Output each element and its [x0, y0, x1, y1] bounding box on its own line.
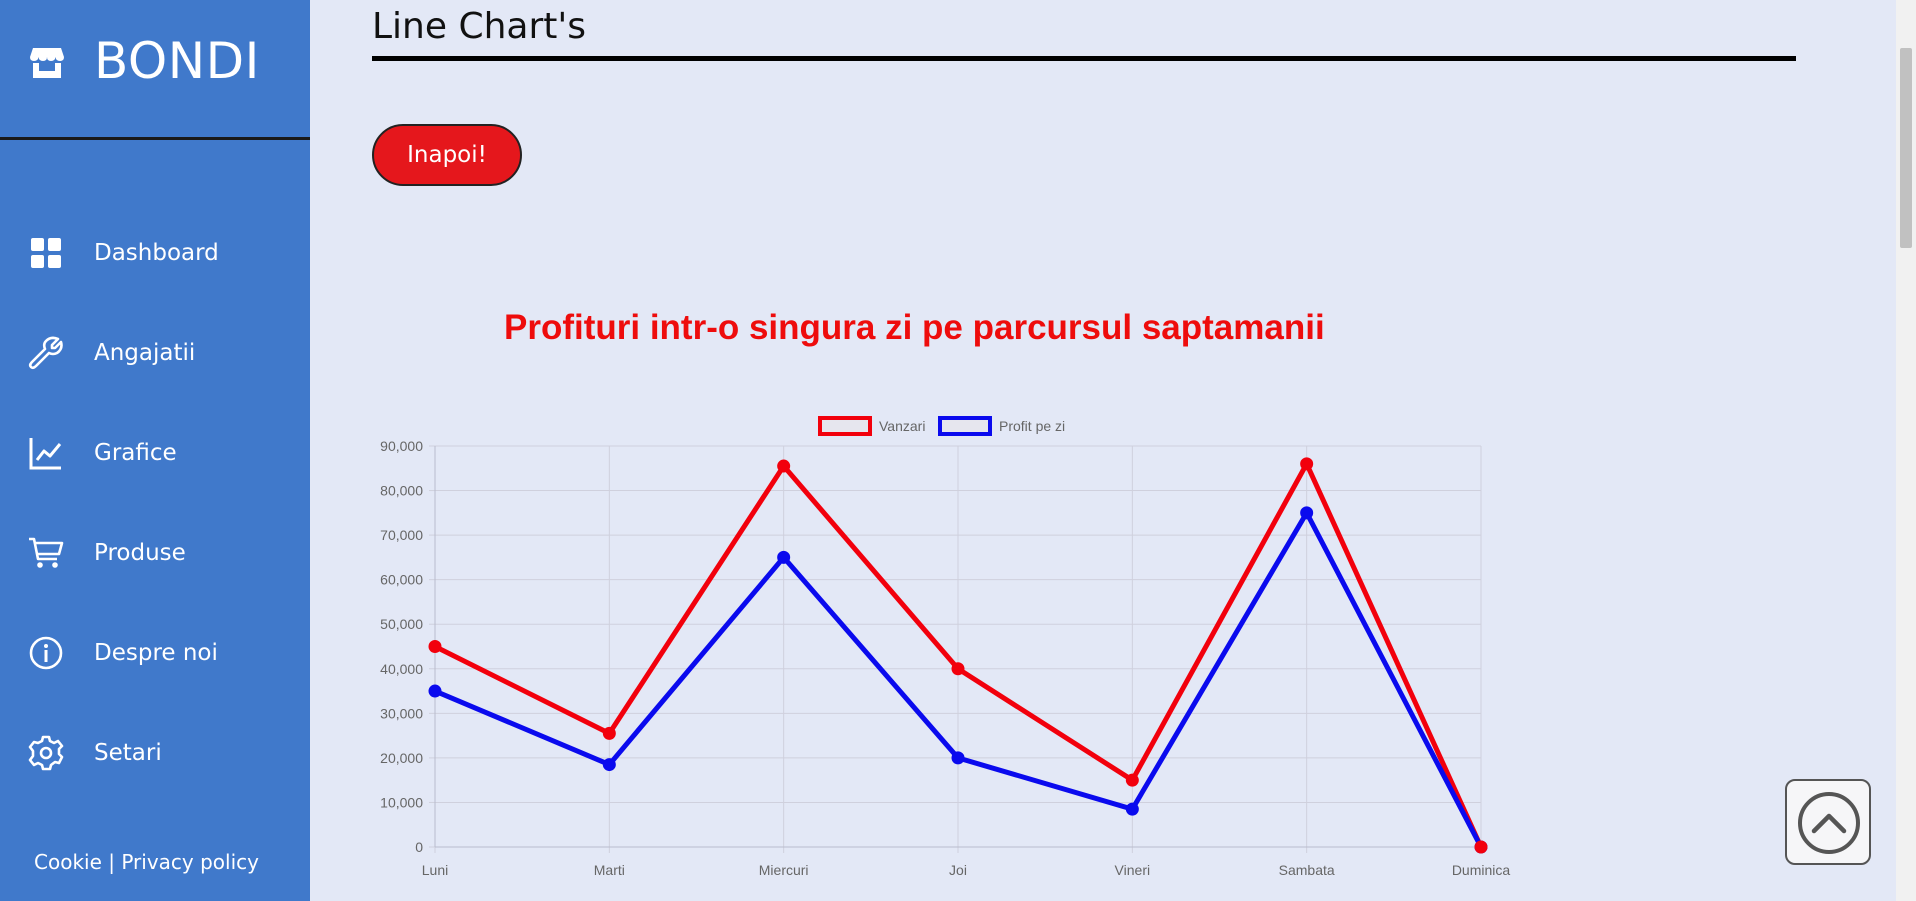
y-tick-label: 30,000 [380, 705, 423, 721]
page-scrollbar[interactable] [1896, 0, 1916, 901]
data-point-0 [1474, 840, 1488, 854]
legend-swatch-0 [818, 416, 872, 436]
scrollbar-thumb[interactable] [1900, 48, 1912, 248]
data-point-0 [1125, 773, 1139, 787]
y-tick-label: 20,000 [380, 750, 423, 766]
sidebar-item-label: Setari [94, 740, 162, 766]
footer-separator: | [101, 850, 122, 874]
x-tick-label: Luni [422, 862, 448, 878]
scroll-to-top-button[interactable] [1785, 779, 1871, 865]
data-point-1 [428, 684, 442, 698]
y-tick-label: 60,000 [380, 572, 423, 588]
sidebar-item-label: Produse [94, 540, 186, 566]
gear-icon [28, 735, 64, 771]
line-chart-icon [29, 438, 62, 470]
y-tick-label: 80,000 [380, 483, 423, 499]
wrench-icon [28, 336, 63, 370]
data-point-1 [1300, 506, 1314, 520]
x-tick-label: Duminica [1452, 862, 1511, 878]
data-point-1 [602, 758, 616, 772]
x-tick-label: Sambata [1279, 862, 1335, 878]
privacy-policy-link[interactable]: Privacy policy [121, 850, 259, 874]
x-tick-label: Marti [594, 862, 625, 878]
data-point-1 [777, 550, 791, 564]
sidebar: BONDI Dashboard Angajatii Grafice Produs… [0, 0, 310, 901]
legend-label-1: Profit pe zi [999, 418, 1065, 434]
y-tick-label: 50,000 [380, 616, 423, 632]
sidebar-item-dashboard[interactable]: Dashboard [0, 200, 310, 300]
sidebar-item-despre-noi[interactable]: Despre noi [0, 600, 310, 700]
sidebar-item-label: Despre noi [94, 640, 218, 666]
y-tick-label: 70,000 [380, 527, 423, 543]
data-point-0 [951, 662, 965, 676]
grid-icon [31, 238, 61, 268]
sidebar-footer: Cookie | Privacy policy [34, 850, 259, 874]
sidebar-item-angajatii[interactable]: Angajatii [0, 300, 310, 400]
cookie-link[interactable]: Cookie [34, 850, 102, 874]
data-point-1 [1125, 802, 1139, 816]
data-point-0 [1300, 457, 1314, 471]
brand-title[interactable]: BONDI [94, 32, 260, 90]
x-tick-label: Miercuri [759, 862, 809, 878]
data-point-0 [428, 640, 442, 653]
sidebar-item-label: Dashboard [94, 240, 219, 266]
sidebar-item-grafice[interactable]: Grafice [0, 400, 310, 500]
cart-icon [29, 537, 64, 568]
y-tick-label: 40,000 [380, 661, 423, 677]
line-chart: 0 10,000 20,000 30,000 40,000 50,000 60,000 70,… [380, 416, 1511, 878]
sidebar-item-label: Grafice [94, 440, 177, 466]
y-tick-label: 90,000 [380, 438, 423, 454]
info-icon [29, 636, 63, 670]
x-tick-label: Joi [949, 862, 967, 878]
sidebar-item-produse[interactable]: Produse [0, 500, 310, 600]
y-tick-label: 0 [415, 839, 423, 855]
legend-label-0: Vanzari [879, 418, 925, 434]
legend-swatch-1 [938, 416, 992, 436]
brand-header: BONDI [0, 0, 310, 140]
sidebar-item-setari[interactable]: Setari [0, 700, 310, 800]
data-point-0 [602, 726, 616, 740]
sidebar-item-label: Angajatii [94, 340, 196, 366]
sidebar-nav: Dashboard Angajatii Grafice Produse Desp… [0, 200, 310, 800]
main-content: Line Chart's Inapoi! Profituri intr-o si… [310, 0, 1896, 901]
data-point-0 [777, 459, 791, 473]
store-icon [30, 48, 64, 78]
y-tick-label: 10,000 [380, 794, 423, 810]
chevron-up-circle-icon [1798, 792, 1860, 854]
data-point-1 [951, 751, 965, 765]
x-tick-label: Vineri [1115, 862, 1151, 878]
